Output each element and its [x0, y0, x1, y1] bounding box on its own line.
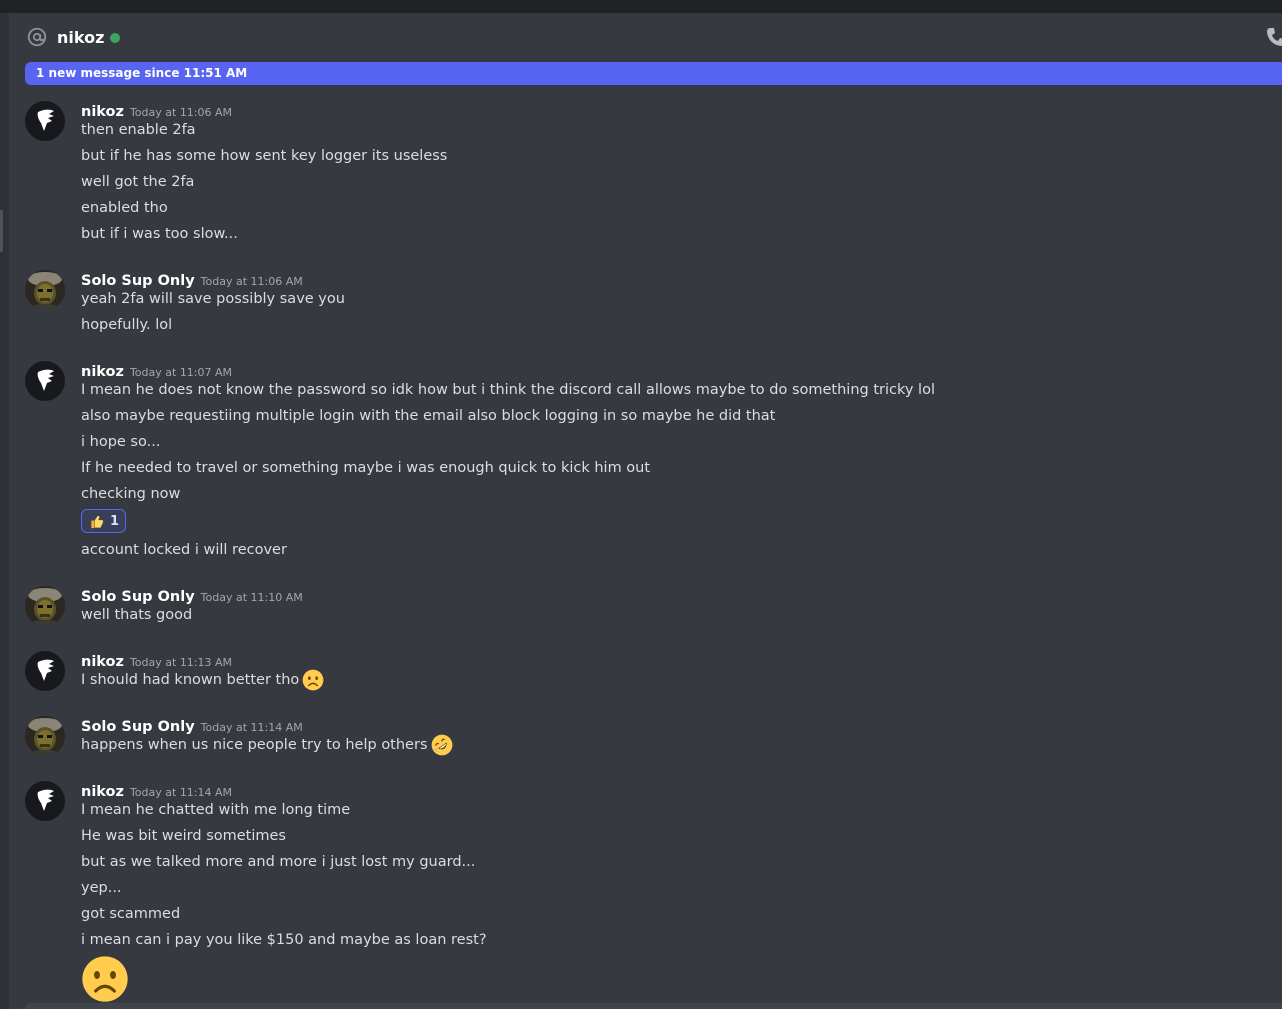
- message-text: also maybe requestiing multiple login wi…: [81, 408, 776, 424]
- channel-header: nikoz: [9, 13, 1282, 61]
- message-text: He was bit weird sometimes: [81, 828, 286, 844]
- channel-title: nikoz: [57, 27, 105, 47]
- message-text: account locked i will recover: [81, 542, 287, 558]
- online-status-indicator: [110, 32, 121, 43]
- message-text: happens when us nice people try to help …: [81, 737, 428, 753]
- message-text: checking now: [81, 486, 181, 502]
- message-text: i hope so...: [81, 434, 161, 450]
- message-text: I mean he chatted with me long time: [81, 802, 351, 818]
- username[interactable]: nikoz: [81, 364, 124, 380]
- reaction-count: 1: [110, 513, 120, 529]
- wing-logo-icon: [25, 651, 65, 691]
- message-text: well thats good: [81, 607, 193, 623]
- message-text: I mean he does not know the password so …: [81, 382, 935, 398]
- username[interactable]: Solo Sup Only: [81, 273, 195, 289]
- message-text: hopefully. lol: [81, 317, 173, 333]
- wing-logo-icon: [25, 361, 65, 401]
- reaction-thumbs-up[interactable]: 1: [81, 509, 126, 533]
- message-text: If he needed to travel or something mayb…: [81, 460, 651, 476]
- message-text: yep...: [81, 880, 122, 896]
- message-input-edge: [25, 1003, 1282, 1009]
- message-text: but if he has some how sent key logger i…: [81, 148, 448, 164]
- timestamp: Today at 11:14 AM: [200, 721, 303, 734]
- timestamp: Today at 11:14 AM: [129, 786, 233, 799]
- channel-list-edge: [0, 13, 9, 1009]
- soldier-avatar-icon: [25, 716, 65, 756]
- username[interactable]: nikoz: [81, 654, 124, 670]
- message-text: i mean can i pay you like $150 and maybe…: [81, 932, 487, 948]
- thumbs-up-icon: [88, 513, 105, 530]
- timestamp: Today at 11:10 AM: [200, 591, 303, 604]
- scroll-notch: [0, 210, 3, 252]
- at-sign-icon: [25, 25, 49, 49]
- message-text: then enable 2fa: [81, 122, 196, 138]
- message-text: but if i was too slow...: [81, 226, 238, 242]
- avatar[interactable]: [25, 361, 65, 401]
- start-voice-call-icon[interactable]: [1264, 25, 1282, 49]
- soldier-avatar-icon: [25, 586, 65, 626]
- timestamp: Today at 11:07 AM: [129, 366, 233, 379]
- timestamp: Today at 11:13 AM: [129, 656, 233, 669]
- avatar[interactable]: [25, 270, 65, 310]
- avatar[interactable]: [25, 651, 65, 691]
- message-line: happens when us nice people try to help …: [81, 734, 453, 756]
- username[interactable]: nikoz: [81, 104, 124, 120]
- message-text: but as we talked more and more i just lo…: [81, 854, 476, 870]
- username[interactable]: Solo Sup Only: [81, 719, 195, 735]
- message-text: yeah 2fa will save possibly save you: [81, 291, 345, 307]
- timestamp: Today at 11:06 AM: [200, 275, 303, 288]
- frowning-face-icon: [302, 669, 324, 691]
- message-text: enabled tho: [81, 200, 168, 216]
- avatar[interactable]: [25, 781, 65, 821]
- message-line: I should had known better tho: [81, 669, 324, 691]
- message-text: got scammed: [81, 906, 181, 922]
- message-text: I should had known better tho: [81, 672, 300, 688]
- message-text: well got the 2fa: [81, 174, 195, 190]
- timestamp: Today at 11:06 AM: [129, 106, 233, 119]
- avatar[interactable]: [25, 101, 65, 141]
- window-top-strip: [0, 0, 1282, 13]
- soldier-avatar-icon: [25, 270, 65, 310]
- wing-logo-icon: [25, 781, 65, 821]
- rofl-emoji-icon: [431, 734, 453, 756]
- avatar[interactable]: [25, 586, 65, 626]
- username[interactable]: Solo Sup Only: [81, 589, 195, 605]
- new-messages-bar[interactable]: 1 new message since 11:51 AM: [25, 62, 1282, 85]
- avatar[interactable]: [25, 716, 65, 756]
- username[interactable]: nikoz: [81, 784, 124, 800]
- frowning-face-icon: [81, 955, 129, 1003]
- wing-logo-icon: [25, 101, 65, 141]
